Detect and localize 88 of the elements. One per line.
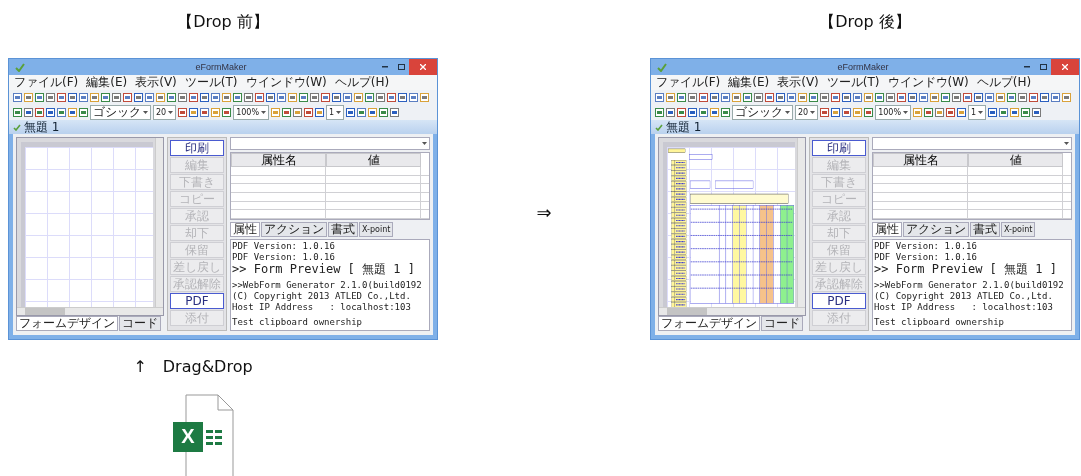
caret-icon (1064, 142, 1069, 145)
panel-tab[interactable]: X-point (359, 222, 394, 237)
log-line: Host IP Address : localhost:103 (874, 302, 1054, 313)
log-line: >> Form Preview [ 無題 1 ] (874, 263, 1058, 276)
horizontal-scrollbar[interactable] (17, 307, 163, 315)
log-line: PDF Version: 1.0.16 (874, 241, 978, 252)
menu-item[interactable]: ツール(T) (184, 75, 238, 90)
log-line: (C) Copyright 2013 ATLED Co.,Ltd. (874, 291, 1054, 302)
menu-item[interactable]: ヘルプ(H) (976, 75, 1032, 90)
close-icon[interactable] (1062, 64, 1068, 70)
page-combo[interactable]: 1 (326, 105, 345, 120)
app-icon (15, 62, 25, 72)
panel-tab[interactable]: 属性 (230, 222, 260, 237)
panel-tab[interactable]: 書式 (970, 222, 1000, 237)
object-dropdown[interactable] (872, 137, 1072, 150)
column-header: 値 (968, 153, 1063, 167)
view-tab[interactable]: フォームデザイン (658, 316, 760, 331)
action-button[interactable]: 印刷 (170, 140, 224, 156)
minimize-icon[interactable] (1024, 66, 1030, 68)
menu-item[interactable]: 表示(V) (777, 75, 819, 90)
vertical-scrollbar[interactable] (797, 138, 805, 307)
caret-icon (261, 111, 267, 114)
panel-tab[interactable]: X-point (1001, 222, 1036, 237)
log-line: >>WebForm Generator 2.1.0(build0192 (232, 280, 423, 291)
caret-icon (903, 111, 909, 114)
page-combo[interactable]: 1 (968, 105, 987, 120)
arrow-text: ⇒ (536, 202, 552, 223)
caret-icon (168, 111, 174, 114)
log-line: PDF Version: 1.0.16 (232, 252, 336, 263)
zoom-combo[interactable]: 100% (233, 105, 270, 120)
action-button[interactable]: PDF (170, 293, 224, 309)
menu-item[interactable]: ファイル(F) (656, 75, 721, 90)
document-title: 無題 1 (24, 118, 60, 136)
menu-item[interactable]: ヘルプ(H) (334, 75, 390, 90)
object-dropdown[interactable] (230, 137, 430, 150)
column-header: 値 (326, 153, 421, 167)
size-combo[interactable]: 20 (153, 105, 177, 120)
size-combo[interactable]: 20 (795, 105, 819, 120)
menu-item[interactable]: ウインドウ(W) (245, 75, 327, 90)
document-icon (13, 123, 21, 131)
menu-item[interactable]: ウインドウ(W) (887, 75, 969, 90)
log-line: PDF Version: 1.0.16 (232, 241, 336, 252)
menu-item[interactable]: 編集(E) (86, 75, 128, 90)
column-header: 属性名 (231, 153, 326, 167)
caret-icon (422, 142, 427, 145)
maximize-icon[interactable] (1039, 64, 1047, 70)
menu-item[interactable]: 表示(V) (135, 75, 177, 90)
close-icon[interactable] (420, 64, 426, 70)
panel-tab[interactable]: 書式 (328, 222, 358, 237)
section-heading: 【Drop 後】 (819, 12, 911, 32)
zoom-combo[interactable]: 100% (875, 105, 912, 120)
column-header: 属性名 (873, 153, 968, 167)
window-title: eFormMaker (194, 62, 248, 72)
caret-icon (978, 111, 984, 114)
log-line: >> Form Preview [ 無題 1 ] (232, 263, 416, 276)
log-line: Test clipboard ownership (232, 317, 364, 328)
font-combo[interactable]: ゴシック (90, 105, 151, 120)
log-line: Host IP Address : localhost:103 (232, 302, 412, 313)
vertical-scrollbar[interactable] (155, 138, 163, 307)
panel-tab[interactable]: 属性 (872, 222, 902, 237)
document-icon (655, 123, 663, 131)
app-icon (657, 62, 667, 72)
font-combo[interactable]: ゴシック (732, 105, 793, 120)
view-tab[interactable]: フォームデザイン (16, 316, 118, 331)
maximize-icon[interactable] (397, 64, 405, 70)
view-tab[interactable]: コード (119, 316, 161, 331)
menu-item[interactable]: ツール(T) (826, 75, 880, 90)
action-button[interactable]: PDF (812, 293, 866, 309)
caret-icon (810, 111, 816, 114)
panel-tab[interactable]: アクション (261, 222, 327, 237)
drag-drop-caption: ↑ Drag&Drop (133, 357, 253, 378)
minimize-icon[interactable] (382, 66, 388, 68)
view-tab[interactable]: コード (761, 316, 803, 331)
caret-icon (143, 111, 148, 114)
caret-icon (785, 111, 790, 114)
caret-icon (336, 111, 342, 114)
log-line: PDF Version: 1.0.16 (874, 252, 978, 263)
window-title: eFormMaker (836, 62, 890, 72)
log-line: Test clipboard ownership (874, 317, 1006, 328)
log-line: >>WebForm Generator 2.1.0(build0192 (874, 280, 1065, 291)
panel-tab[interactable]: アクション (903, 222, 969, 237)
menu-item[interactable]: ファイル(F) (14, 75, 79, 90)
horizontal-scrollbar[interactable] (659, 307, 805, 315)
document-title: 無題 1 (666, 118, 702, 136)
section-heading: 【Drop 前】 (177, 12, 269, 32)
menu-item[interactable]: 編集(E) (728, 75, 770, 90)
log-line: (C) Copyright 2013 ATLED Co.,Ltd. (232, 291, 412, 302)
action-button[interactable]: 印刷 (812, 140, 866, 156)
